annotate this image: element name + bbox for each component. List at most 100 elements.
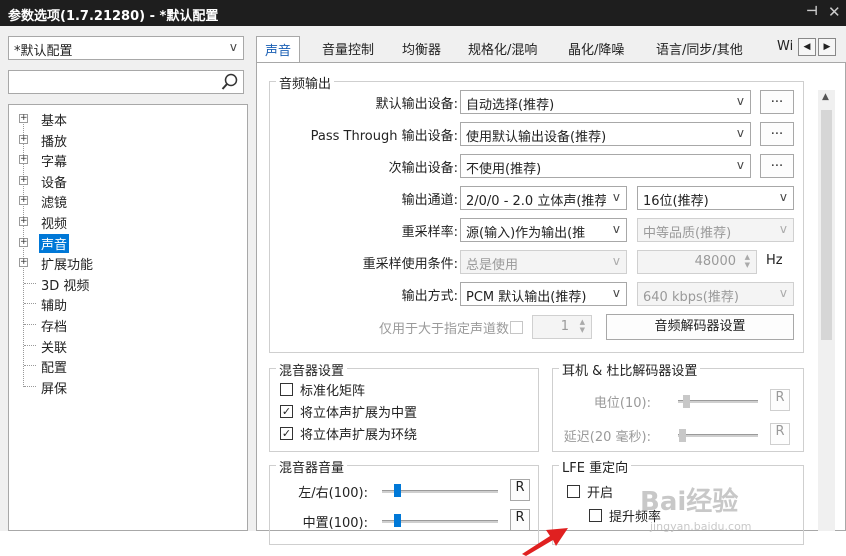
default-device-more-button[interactable]: ... [760,90,794,114]
tree-item-label: 设备 [41,175,68,191]
tab-volume-control[interactable]: 音量控制 [322,39,374,58]
boost-frequency-checkbox[interactable] [589,509,602,522]
expand-icon[interactable]: + [19,175,28,185]
scroll-up-icon[interactable]: ▲ [822,92,829,102]
channels-spin-value: 1 [560,319,569,334]
tree-item-label: 关联 [41,340,68,356]
output-method-value: PCM 默认输出(推荐) [466,290,587,305]
spin-icon[interactable]: ▲ ▼ [580,318,585,334]
tab-equalizer[interactable]: 均衡器 [402,39,441,58]
tree-connector [24,303,36,305]
window-title: 参数选项(1.7.21280) - *默认配置 [8,9,219,24]
level-slider-thumb[interactable] [683,395,690,408]
channels-only-label: 仅用于大于指定声道数 [378,322,509,337]
mixer-settings-group: 混音器设置 标准化矩阵 ✓ 将立体声扩展为中置 ✓ 将立体声扩展为环绕 [269,360,539,452]
lfe-enable-label: 开启 [587,486,614,501]
tree-item[interactable]: 辅助 [9,294,245,314]
expand-icon[interactable]: + [19,155,28,165]
pin-icon[interactable]: ⊣ [806,4,818,19]
tree-item[interactable]: + 声音 [9,233,245,253]
bitrate-select[interactable]: 640 kbps(推荐) v [637,282,794,306]
chevron-down-icon: v [612,286,620,300]
audio-output-group: 音频输出 默认输出设备: 自动选择(推荐) v ... Pass Through… [269,73,804,353]
default-device-select[interactable]: 自动选择(推荐) v [460,90,751,114]
tab-sound[interactable]: 声音 [256,36,301,63]
passthrough-select[interactable]: 使用默认输出设备(推荐) v [460,122,751,146]
tab-scroll-right-icon[interactable]: ▶ [818,38,836,56]
profile-select[interactable]: *默认配置 v [8,36,244,60]
resample-label: 重采样率: [401,225,458,240]
tab-language-sync-other[interactable]: 语言/同步/其他 [656,39,743,58]
tree-item[interactable]: + 设备 [9,171,245,191]
tree-item[interactable]: 存档 [9,315,245,335]
level-slider[interactable] [678,400,758,403]
spin-icon[interactable]: ▲ ▼ [745,253,750,269]
lfe-enable-checkbox[interactable] [567,485,580,498]
expand-icon[interactable]: + [19,237,28,247]
default-device-label: 默认输出设备: [375,97,458,112]
mixer-checkbox[interactable]: ✓ [280,405,293,418]
delay-reset-button[interactable]: R [770,423,790,445]
left-right-reset-button[interactable]: R [510,479,530,501]
tree-item[interactable]: + 基本 [9,109,245,129]
tree-item[interactable]: 3D 视频 [9,274,245,294]
hz-input[interactable]: 48000 ▲ ▼ [637,250,757,274]
baidu-watermark: Bai经验 [640,487,739,517]
tab-scroll-left-icon[interactable]: ◀ [798,38,816,56]
level-reset-button[interactable]: R [770,389,790,411]
secondary-device-more-button[interactable]: ... [760,154,794,178]
quality-value: 中等品质(推荐) [643,226,732,241]
bits-select[interactable]: 16位(推荐) v [637,186,794,210]
tab-crystalize-denoise[interactable]: 晶化/降噪 [568,39,624,58]
expand-icon[interactable]: + [19,114,28,123]
tree-item[interactable]: 屏保 [9,377,245,397]
expand-icon[interactable]: + [19,196,28,206]
scrollbar-thumb[interactable] [821,110,832,340]
tab-normalize-reverb[interactable]: 规格化/混响 [468,39,537,58]
tree-connector [24,344,36,346]
search-icon[interactable] [221,73,239,91]
category-tree[interactable]: + 基本 + 播放 + 字幕 + 设备 + 滤镜 + 视频 + 声音 + 扩展功能 3D 视频 辅助 存档 关联 配置屏… [8,104,248,531]
delay-slider-thumb[interactable] [679,429,686,442]
quality-select[interactable]: 中等品质(推荐) v [637,218,794,242]
tree-item-label: 辅助 [41,299,68,315]
chevron-down-icon: v [779,286,787,300]
channel-label: 输出通道: [401,193,458,208]
passthrough-label: Pass Through 输出设备: [310,129,458,144]
expand-icon[interactable]: + [19,258,28,268]
tree-item[interactable]: + 视频 [9,212,245,232]
tree-item[interactable]: + 播放 [9,130,245,150]
tree-item[interactable]: 关联 [9,336,245,356]
tree-item[interactable]: 配置 [9,356,245,376]
expand-icon[interactable]: + [19,217,28,226]
mixer-checkbox[interactable] [280,383,293,396]
mixer-checkbox[interactable]: ✓ [280,427,293,440]
channels-spin[interactable]: 1 ▲ ▼ [532,315,592,339]
center-slider-thumb[interactable] [393,514,401,527]
channel-select[interactable]: 2/0/0 - 2.0 立体声(推荐 v [460,186,627,210]
tab-strip: 声音 音量控制 均衡器 规格化/混响 晶化/降噪 语言/同步/其他 Wi ◀ ▶ [256,36,846,63]
close-icon[interactable]: ✕ [828,3,841,21]
resample-select[interactable]: 源(输入)作为输出(推 v [460,218,627,242]
expand-icon[interactable]: + [19,134,28,144]
page-scrollbar[interactable]: ▲ [818,90,835,531]
tree-item[interactable]: + 扩展功能 [9,253,245,273]
audio-decoder-settings-button[interactable]: 音频解码器设置 [606,314,794,340]
passthrough-more-button[interactable]: ... [760,122,794,146]
tree-item[interactable]: + 字幕 [9,150,245,170]
secondary-device-select[interactable]: 不使用(推荐) v [460,154,751,178]
resample-condition-select[interactable]: 总是使用 v [460,250,627,274]
delay-label: 延迟(20 毫秒): [563,430,651,445]
hz-value: 48000 [694,254,736,269]
headphone-dolby-group: 耳机 & 杜比解码器设置 电位(10): R 延迟(20 毫秒): R [552,360,804,452]
channels-only-checkbox[interactable] [510,321,523,334]
tree-item[interactable]: + 滤镜 [9,191,245,211]
tree-item-label: 屏保 [41,381,68,397]
output-method-select[interactable]: PCM 默认输出(推荐) v [460,282,627,306]
mixer-checkbox-label: 将立体声扩展为中置 [300,406,418,421]
search-input[interactable] [8,70,244,94]
delay-slider[interactable] [678,434,758,437]
left-right-slider-thumb[interactable] [393,484,401,497]
mixer-checkbox-label: 标准化矩阵 [300,384,366,399]
tab-wi[interactable]: Wi [777,39,793,54]
